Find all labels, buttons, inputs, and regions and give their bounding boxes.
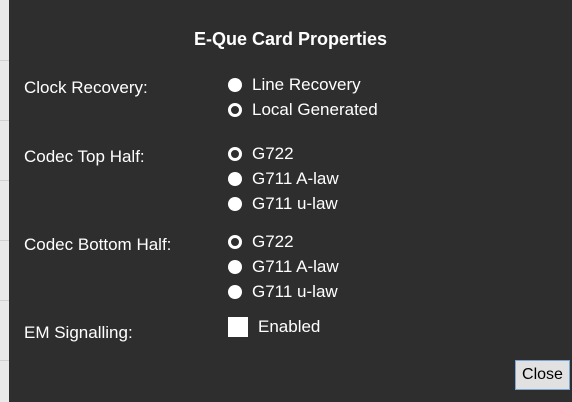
option-label: G722 xyxy=(252,144,294,163)
codec-top-option-g711-u-law[interactable]: G711 u-law xyxy=(228,193,338,215)
e-que-card-properties-dialog: E-Que Card Properties Clock Recovery: Li… xyxy=(9,0,572,402)
clock-recovery-label: Clock Recovery: xyxy=(24,78,148,97)
radio-button[interactable] xyxy=(228,147,242,161)
radio-button[interactable] xyxy=(228,285,242,299)
dialog-title: E-Que Card Properties xyxy=(193,29,388,49)
option-label: Local Generated xyxy=(252,100,378,119)
radio-button[interactable] xyxy=(228,235,242,249)
codec-top-option-g711-a-law[interactable]: G711 A-law xyxy=(228,168,339,190)
radio-button[interactable] xyxy=(228,260,242,274)
option-label: G711 A-law xyxy=(252,169,339,188)
close-button[interactable]: Close xyxy=(515,360,570,390)
clock-recovery-option-local-generated[interactable]: Local Generated xyxy=(228,99,378,121)
em-signalling-enabled-option[interactable]: Enabled xyxy=(228,316,320,338)
codec-bottom-half-label: Codec Bottom Half: xyxy=(24,235,172,254)
option-label: G711 A-law xyxy=(252,257,339,276)
codec-top-option-g722[interactable]: G722 xyxy=(228,143,294,165)
option-label: G711 u-law xyxy=(252,194,338,213)
background-window-edge xyxy=(0,0,9,402)
codec-bottom-option-g722[interactable]: G722 xyxy=(228,231,294,253)
radio-button[interactable] xyxy=(228,103,242,117)
checkbox-label: Enabled xyxy=(258,317,321,336)
option-label: G711 u-law xyxy=(252,282,338,301)
clock-recovery-option-line-recovery[interactable]: Line Recovery xyxy=(228,74,361,96)
option-label: G722 xyxy=(252,232,294,251)
enabled-checkbox[interactable] xyxy=(228,317,248,337)
codec-top-half-label: Codec Top Half: xyxy=(24,147,145,166)
codec-bottom-option-g711-a-law[interactable]: G711 A-law xyxy=(228,256,339,278)
em-signalling-label: EM Signalling: xyxy=(24,323,133,342)
radio-button[interactable] xyxy=(228,197,242,211)
option-label: Line Recovery xyxy=(252,75,361,94)
radio-button[interactable] xyxy=(228,172,242,186)
codec-bottom-option-g711-u-law[interactable]: G711 u-law xyxy=(228,281,338,303)
radio-button[interactable] xyxy=(228,78,242,92)
